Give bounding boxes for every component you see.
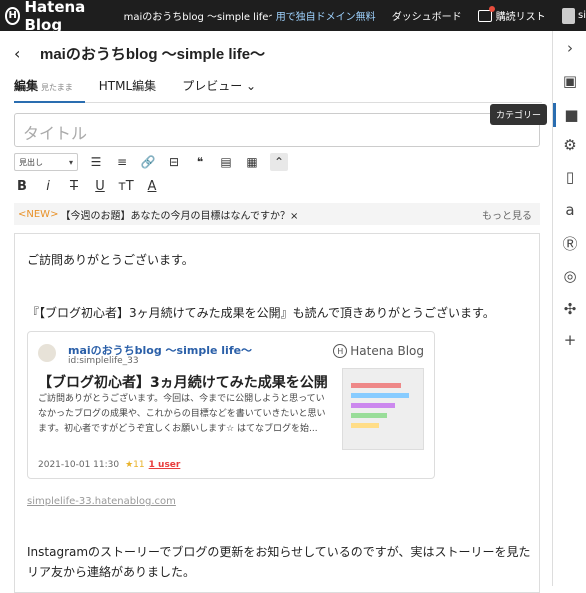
folder-icon[interactable]: ■	[553, 103, 586, 127]
weekly-topic-banner[interactable]: <NEW> 【今週のお題】あなたの今月の目標はなんですか？× もっと見る	[14, 203, 540, 225]
strikethrough-icon[interactable]: T	[66, 178, 82, 194]
plus-icon[interactable]: +	[553, 328, 586, 352]
hatena-logo-icon: H	[333, 344, 348, 358]
title-input[interactable]: タイトル	[14, 113, 540, 147]
content-editor[interactable]: ご訪問ありがとうございます。 『【ブログ初心者】3ヶ月続けてみた成果を公開』も読…	[14, 233, 540, 593]
instagram-icon[interactable]: ◎	[553, 264, 586, 288]
font-color-icon[interactable]: A	[144, 178, 160, 194]
collapse-toolbar-icon[interactable]: ⌃	[270, 153, 288, 171]
tab-label: 編集	[14, 79, 39, 93]
card-description: ご訪問ありがとうございます。今回は、今までに公開しようと思っていなかったブログの…	[38, 394, 326, 434]
rakuten-icon[interactable]: Ⓡ	[553, 231, 586, 255]
table-icon[interactable]: ▤	[218, 154, 234, 170]
more-icon[interactable]: ▦	[244, 154, 260, 170]
select-arrow-icon: ▾	[68, 157, 73, 167]
dashboard-link[interactable]: ダッシュボード	[392, 8, 462, 23]
card-title[interactable]: 【ブログ初心者】3ヵ月続けてみた成果を公開	[38, 372, 328, 392]
card-user-id: id:simplelife_33	[68, 356, 139, 366]
amazon-icon[interactable]: a	[553, 198, 586, 222]
back-arrow-icon[interactable]: ‹	[14, 44, 40, 63]
slack-icon[interactable]: ✣	[553, 297, 586, 321]
card-brand-label: Hatena Blog	[350, 344, 424, 358]
formatting-toolbar-row-2: B i T U ᴛT A	[14, 178, 160, 194]
current-blog-link[interactable]: maiのおうちblog 〜simple life〜	[124, 8, 272, 23]
card-footer: 2021-10-01 11:30 ★11 1 user	[38, 460, 180, 470]
italic-icon[interactable]: i	[40, 178, 56, 194]
see-more-link[interactable]: もっと見る	[482, 207, 532, 222]
tab-label: HTML編集	[98, 79, 157, 93]
blog-title: maiのおうちblog 〜simple life〜	[40, 46, 266, 63]
embedded-blog-card[interactable]: maiのおうちblog 〜simple life〜 id:simplelife_…	[27, 331, 435, 479]
subscriptions-link[interactable]: 購読リスト	[477, 5, 546, 23]
new-badge: <NEW>	[18, 208, 59, 220]
link-icon[interactable]: 🔗	[140, 154, 156, 170]
user-name[interactable]: si	[578, 10, 586, 21]
formatting-toolbar-row-1: 見出し ▾ ☰ ≡ 🔗 ⊟ ❝ ▤ ▦ ⌃	[14, 153, 288, 171]
notification-dot	[488, 5, 495, 12]
hatena-logo-icon: H	[5, 6, 21, 25]
weekly-topic-text[interactable]: 【今週のお題】あなたの今月の目標はなんですか？×	[60, 207, 298, 222]
bookmark-users[interactable]: 1 user	[149, 460, 181, 470]
tab-visual-edit[interactable]: 編集 見たまま	[14, 73, 85, 103]
star-count[interactable]: ★11	[125, 460, 145, 470]
editor-tabs: 編集 見たまま HTML編集 プレビュー ⌄	[14, 73, 542, 103]
editor-sidebar: › ▣ ■ ⚙ ▯ a Ⓡ ◎ ✣ +	[552, 31, 586, 586]
bold-icon[interactable]: B	[14, 178, 30, 194]
brand-name: Hatena Blog	[24, 0, 86, 34]
subscriptions-icon	[477, 5, 495, 22]
paragraph[interactable]: ご訪問ありがとうございます。	[27, 251, 194, 268]
category-tooltip: カテゴリー	[490, 104, 548, 125]
hatena-blog-logo[interactable]: H Hatena Blog	[5, 0, 110, 34]
paragraph[interactable]: 『【ブログ初心者】3ヶ月続けてみた成果を公開』も読んで頂きありがとうございます。	[27, 304, 495, 321]
font-size-icon[interactable]: ᴛT	[118, 178, 134, 194]
tab-label: プレビュー ⌄	[182, 79, 257, 93]
horizontal-rule-icon[interactable]: ⊟	[166, 154, 182, 170]
card-avatar	[38, 344, 56, 362]
underline-icon[interactable]: U	[92, 178, 108, 194]
card-date: 2021-10-01 11:30	[38, 460, 120, 470]
bullet-list-icon[interactable]: ☰	[88, 154, 104, 170]
embed-url-link[interactable]: simplelife-33.hatenablog.com	[27, 496, 176, 507]
gear-icon[interactable]: ⚙	[553, 133, 586, 157]
tab-html-edit[interactable]: HTML編集	[99, 73, 168, 103]
document-icon[interactable]: ▯	[553, 165, 586, 189]
tab-sublabel: 見たまま	[41, 83, 73, 92]
numbered-list-icon[interactable]: ≡	[114, 154, 130, 170]
heading-select-value: 見出し	[19, 157, 43, 167]
card-brand: H Hatena Blog	[333, 344, 424, 358]
editor-header: ‹ maiのおうちblog 〜simple life〜	[14, 43, 265, 64]
subscriptions-label: 購読リスト	[495, 12, 546, 23]
card-thumbnail	[342, 368, 424, 450]
editor-main: ‹ maiのおうちblog 〜simple life〜 編集 見たまま HTML編…	[0, 31, 552, 593]
quote-icon[interactable]: ❝	[192, 154, 208, 170]
user-avatar[interactable]	[561, 7, 575, 24]
heading-select[interactable]: 見出し ▾	[14, 153, 78, 171]
image-icon[interactable]: ▣	[553, 69, 586, 93]
tab-preview[interactable]: プレビュー ⌄	[182, 73, 268, 103]
domain-promo-link[interactable]: 用で独自ドメイン無料	[276, 8, 376, 23]
chevron-right-icon[interactable]: ›	[553, 36, 586, 60]
top-navigation-bar: H Hatena Blog maiのおうちblog 〜simple life〜 …	[0, 0, 586, 34]
paragraph[interactable]: Instagramのストーリーでブログの更新をお知らせしているのですが、実はスト…	[27, 542, 531, 582]
